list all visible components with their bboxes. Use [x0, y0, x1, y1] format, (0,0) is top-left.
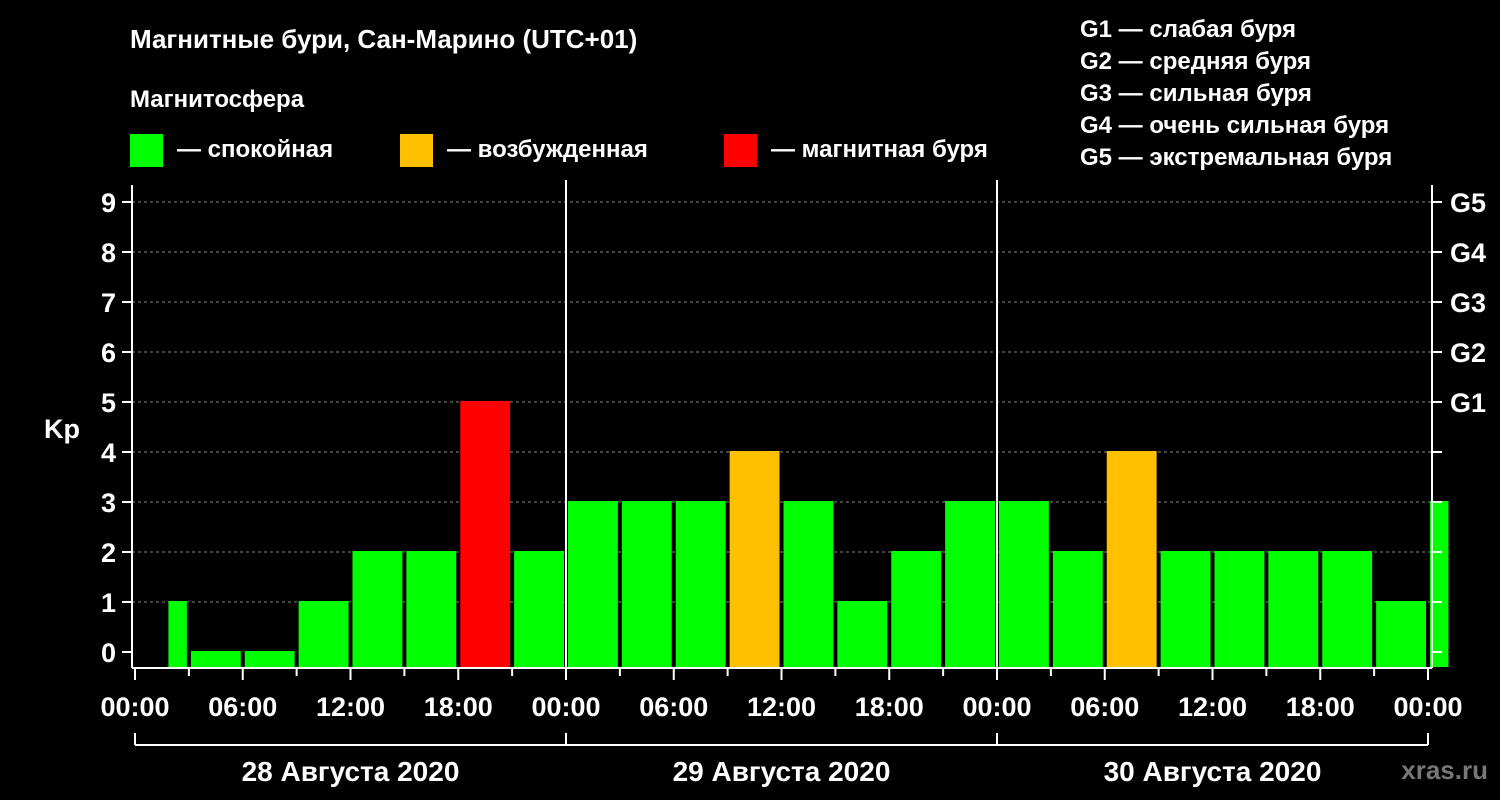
kp-bar: [783, 501, 834, 667]
kp-bar: [298, 601, 349, 667]
right-tick-label: G3: [1450, 288, 1486, 318]
kp-bar: [514, 551, 564, 667]
day-label: 28 Августа 2020: [242, 756, 460, 787]
kp-bar: [621, 501, 672, 667]
day-label: 29 Августа 2020: [673, 756, 891, 787]
x-tick-label: 12:00: [747, 692, 816, 722]
y-tick-label: 9: [101, 188, 116, 218]
right-tick-label: G2: [1450, 338, 1486, 368]
y-tick-label: 4: [101, 438, 116, 468]
watermark: xras.ru: [1401, 755, 1488, 785]
kp-bar: [168, 601, 187, 667]
x-tick-label: 00:00: [1393, 692, 1462, 722]
x-tick-label: 18:00: [1286, 692, 1355, 722]
day-label: 30 Августа 2020: [1104, 756, 1322, 787]
kp-bar: [729, 451, 780, 667]
x-tick-label: 12:00: [1178, 692, 1247, 722]
kp-bar: [1052, 551, 1103, 667]
y-tick-label: 1: [101, 588, 116, 618]
right-tick-label: G4: [1450, 238, 1486, 268]
x-tick-label: 18:00: [424, 692, 493, 722]
kp-bar: [568, 501, 618, 667]
kp-bar: [352, 551, 403, 667]
kp-bar: [1322, 551, 1373, 667]
kp-bar: [675, 501, 726, 667]
kp-bar: [1160, 551, 1211, 667]
x-tick-label: 00:00: [962, 692, 1031, 722]
x-tick-label: 12:00: [316, 692, 385, 722]
y-tick-label: 8: [101, 238, 116, 268]
y-axis-label: Kp: [44, 414, 80, 444]
kp-bar: [837, 601, 888, 667]
y-tick-label: 6: [101, 338, 116, 368]
x-tick-label: 00:00: [531, 692, 600, 722]
y-tick-label: 2: [101, 538, 116, 568]
kp-bar: [244, 651, 295, 667]
x-tick-label: 06:00: [1070, 692, 1139, 722]
x-tick-label: 06:00: [208, 692, 277, 722]
y-tick-label: 3: [101, 488, 116, 518]
kp-bar: [460, 401, 511, 667]
kp-bar: [891, 551, 942, 667]
x-tick-label: 00:00: [100, 692, 169, 722]
kp-bar: [1106, 451, 1157, 667]
kp-bar: [1268, 551, 1319, 667]
kp-bar: [406, 551, 457, 667]
x-tick-label: 06:00: [639, 692, 708, 722]
kp-bar: [190, 651, 241, 667]
y-tick-label: 5: [101, 388, 116, 418]
kp-bar: [999, 501, 1049, 667]
x-tick-label: 18:00: [855, 692, 924, 722]
kp-bar-chart: 0 1 2 3 4 5 6 7 8 9 Kp G1 G2 G3 G4 G5 00:00 06:00 12:00 18:…: [44, 180, 1486, 787]
right-tick-label: G5: [1450, 188, 1486, 218]
kp-bar: [1214, 551, 1265, 667]
y-tick-label: 0: [101, 638, 116, 668]
kp-bar: [1376, 601, 1426, 667]
kp-bar: [945, 501, 995, 667]
right-tick-label: G1: [1450, 388, 1486, 418]
y-tick-label: 7: [101, 288, 116, 318]
